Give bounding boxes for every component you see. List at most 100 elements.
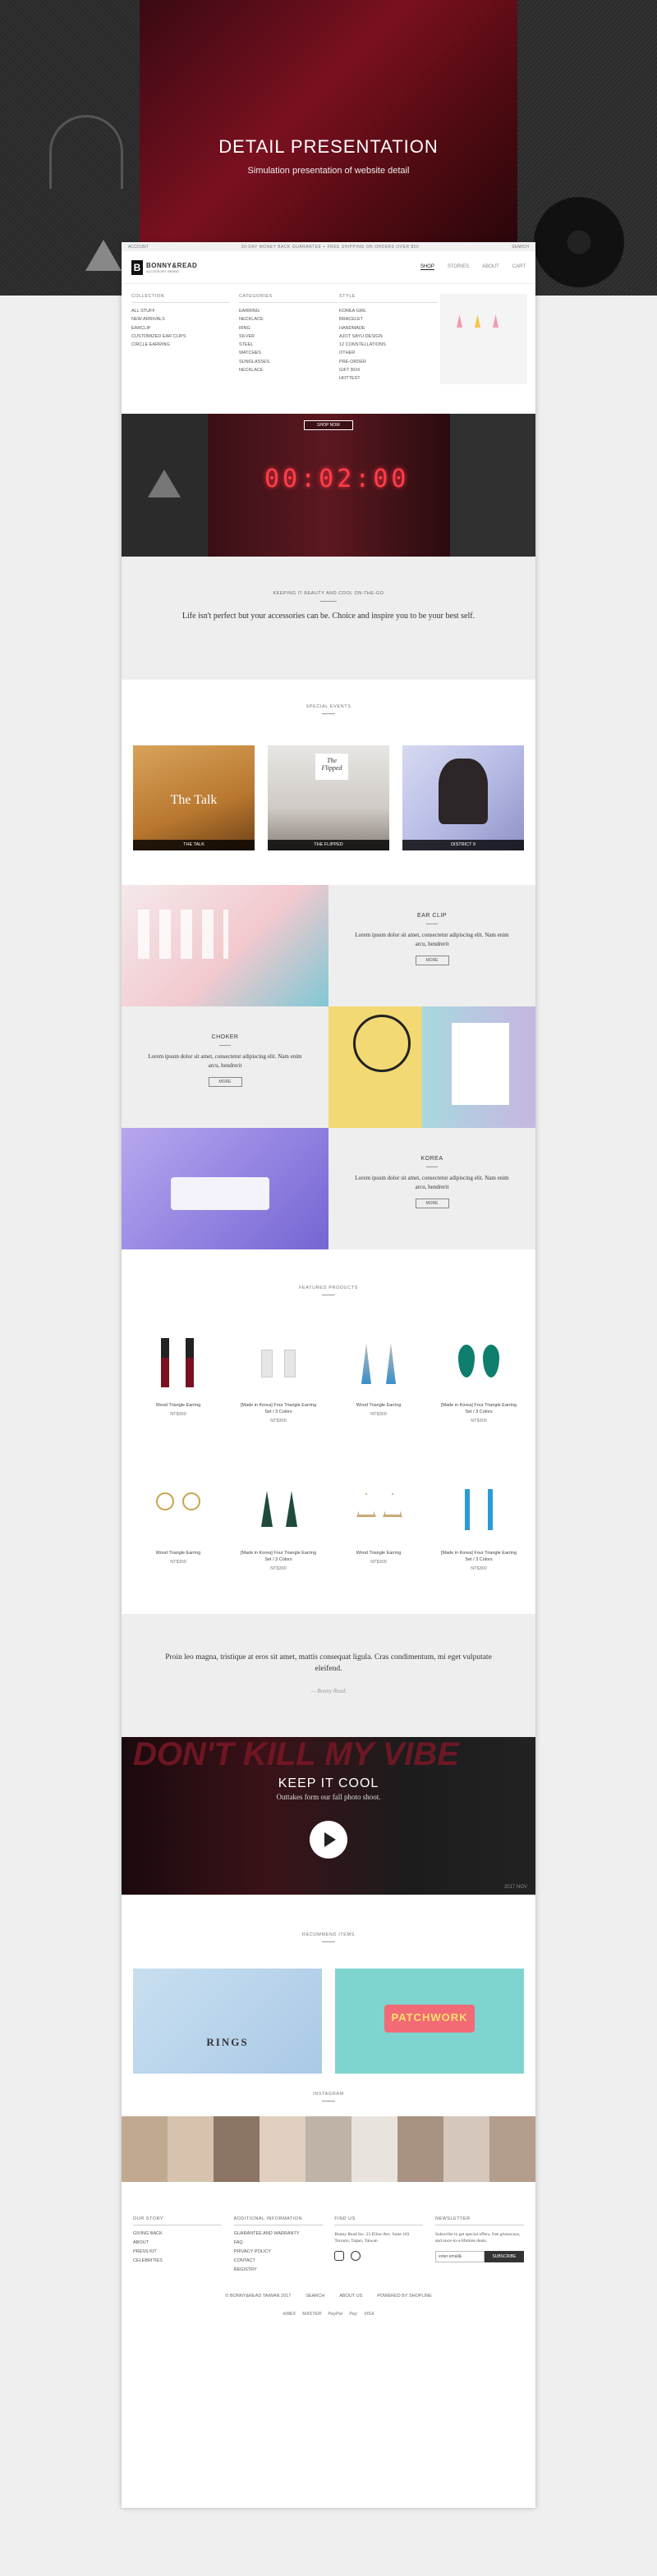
mega-link[interactable]: BRACELET — [339, 317, 438, 322]
mega-link[interactable]: 12 CONSTELLATIONS — [339, 342, 438, 347]
mega-link[interactable]: SILVER — [239, 334, 338, 339]
footer-link[interactable]: PRIVACY POLICY — [234, 2249, 323, 2254]
product-card[interactable]: Wood Triangle Earring NT$300 — [328, 1327, 429, 1458]
product-card[interactable]: Wood Triangle Earring NT$300 — [128, 1327, 228, 1458]
footer-col-title: NEWSLETTER — [434, 2216, 524, 2225]
mega-link[interactable]: AJOT SAYU DESIGN — [339, 334, 438, 339]
product-card[interactable]: [Made in Korea] Four Triangle Earring Se… — [429, 1327, 529, 1458]
powered-by-link[interactable]: POWERED BY SHOPLINE — [377, 2294, 432, 2299]
mega-link[interactable]: GIFT BOX — [339, 368, 438, 373]
footer-link[interactable]: REGISTRY — [234, 2267, 323, 2272]
email-field[interactable]: enter email& — [434, 2251, 485, 2262]
category-desc: Lorem ipsum dolor sit amet, consectetur … — [148, 1053, 302, 1069]
divider — [322, 1941, 335, 1942]
shop-now-button[interactable]: SHOP NOW — [304, 420, 353, 430]
mega-col-style: STYLE KOREA GIRL BRACELET HANDMADE AJOT … — [339, 294, 438, 385]
video-subtitle: Outtakes form our fall photo shoot. — [276, 1793, 381, 1801]
earring-image — [457, 314, 462, 328]
more-button[interactable]: MORE — [208, 1077, 242, 1087]
search-link[interactable]: SEARCH — [512, 245, 529, 250]
footer-link[interactable]: FAQ — [234, 2240, 323, 2245]
mega-col-title: COLLECTION — [131, 294, 230, 303]
footer-link[interactable]: CELEBRITIES — [133, 2258, 222, 2263]
mega-col-title: STYLE — [339, 294, 438, 303]
mega-link[interactable]: EARRING — [239, 309, 338, 314]
digital-clock: 00:02:00 — [264, 465, 410, 493]
mega-link[interactable]: NECKLACE — [239, 317, 338, 322]
subscribe-button[interactable]: SUBSCRIBE — [484, 2251, 524, 2262]
mega-featured-image[interactable] — [440, 294, 527, 384]
footer-link[interactable]: PRESS KIT — [133, 2249, 222, 2254]
mega-link[interactable]: CUSTOMIZED EAR CLIPS — [131, 334, 230, 339]
mega-link[interactable]: PRE-ORDER — [339, 360, 438, 364]
applepay-icon: Pay — [349, 2312, 358, 2317]
mega-link[interactable]: OTHER — [339, 351, 438, 355]
copyright-text: © BONNY&READ TAIWAN 2017 — [225, 2294, 292, 2299]
event-card[interactable]: The Flipped THE FLIPPED — [268, 745, 389, 850]
footer-link[interactable]: GIVING BACK — [133, 2231, 222, 2236]
product-card[interactable]: [Made in Korea] Four Triangle Earring Se… — [228, 1474, 328, 1606]
section-title: FEATURED PRODUCTS — [299, 1286, 358, 1290]
mega-link[interactable]: NECKLACE — [239, 368, 338, 373]
product-name: [Made in Korea] Four Triangle Earring Se… — [240, 1551, 317, 1562]
prism-graphic — [85, 240, 122, 271]
mega-link[interactable]: EARCLIP — [131, 326, 230, 331]
nav-item-stories[interactable]: STORIES — [448, 264, 469, 270]
product-card[interactable]: Wood Triangle Earring NT$300 — [128, 1474, 228, 1606]
product-price: NT$300 — [370, 1412, 387, 1417]
event-card[interactable]: DISTRICT 9 — [402, 745, 524, 850]
nav-item-cart[interactable]: CART — [512, 264, 526, 270]
footer-link[interactable]: GUARANTEE AND WARRANTY — [234, 2231, 323, 2236]
mega-link[interactable]: STEEL — [239, 342, 338, 347]
category-title: CHOKER — [211, 1034, 239, 1040]
category-title: EAR CLIP — [417, 913, 447, 919]
mega-link[interactable]: NEW ARRIVALS — [131, 317, 230, 322]
mega-link[interactable]: ALL STUFF — [131, 309, 230, 314]
earclip-image[interactable] — [122, 885, 328, 1006]
product-name: [Made in Korea] Four Triangle Earring Se… — [440, 1551, 517, 1562]
more-button[interactable]: MORE — [415, 956, 449, 965]
line-icon[interactable] — [350, 2251, 361, 2261]
patchwork-card[interactable]: PATCHWORK — [335, 1969, 524, 2074]
instagram-icon[interactable] — [334, 2251, 345, 2261]
website-mockup: ACCOUNT 30-DAY MONEY BACK GUARANTEE + FR… — [122, 242, 535, 2508]
footer-link[interactable]: CONTACT — [234, 2258, 323, 2263]
mega-link[interactable]: HANDMADE — [339, 326, 438, 331]
product-card[interactable]: [Made in Korea] Four Triangle Earring Se… — [429, 1474, 529, 1606]
footer-col-info: ADDITIONAL INFORMATION GUARANTEE AND WAR… — [233, 2216, 323, 2276]
newsletter-text: Subscribe to get special offers, free gi… — [434, 2232, 521, 2244]
logo[interactable]: B BONNY&READ ACCESSORY BRAND — [131, 259, 197, 275]
divider — [322, 713, 335, 714]
product-price: NT$300 — [471, 1566, 487, 1571]
nav-item-shop[interactable]: SHOP — [420, 264, 434, 270]
product-image — [228, 1327, 328, 1397]
nav-item-about[interactable]: ABOUT — [482, 264, 499, 270]
footer-link-about[interactable]: ABOUT US — [339, 2294, 362, 2299]
mega-link[interactable]: WATCHES — [239, 351, 338, 355]
event-caption: THE FLIPPED — [268, 840, 389, 850]
section-title: SPECIAL EVENTS — [306, 704, 351, 709]
choker-image[interactable] — [328, 1006, 535, 1128]
korea-image[interactable] — [122, 1128, 328, 1249]
footer-links: © BONNY&READ TAIWAN 2017 SEARCH ABOUT US… — [122, 2294, 535, 2299]
mega-link[interactable]: SUNGLASSES — [239, 360, 338, 364]
mega-link[interactable]: RING — [239, 326, 338, 331]
events-row: The Talk THE TALK The Flipped THE FLIPPE… — [122, 745, 535, 850]
divider — [320, 601, 337, 602]
product-card[interactable]: [Made in Korea] Four Triangle Earring Se… — [228, 1327, 328, 1458]
more-button[interactable]: MORE — [415, 1199, 449, 1208]
footer-link[interactable]: ABOUT — [133, 2240, 222, 2245]
event-card[interactable]: The Talk THE TALK — [133, 745, 255, 850]
mega-link[interactable]: KOREA GIRL — [339, 309, 438, 314]
mega-link[interactable]: HOTTEST — [339, 376, 438, 381]
rings-card[interactable]: RINGS — [133, 1969, 322, 2074]
account-link[interactable]: ACCOUNT — [128, 245, 149, 250]
product-image — [429, 1327, 529, 1397]
product-card[interactable]: Wood Triangle Earring NT$300 — [328, 1474, 429, 1606]
mega-link[interactable]: CIRCLE EARRING — [131, 342, 230, 347]
newsletter-form: enter email& SUBSCRIBE — [434, 2251, 524, 2267]
divider — [219, 1045, 231, 1046]
footer-link-search[interactable]: SEARCH — [306, 2294, 324, 2299]
hero-title: DETAIL PRESENTATION — [218, 136, 439, 157]
play-icon[interactable] — [310, 1821, 347, 1859]
